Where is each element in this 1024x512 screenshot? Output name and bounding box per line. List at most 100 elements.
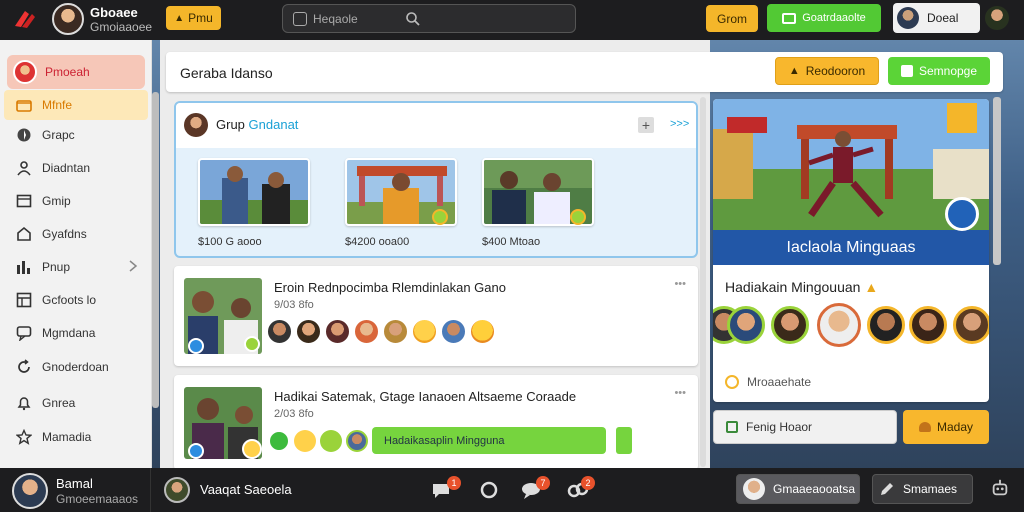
more-link[interactable]: >>> [670,118,689,130]
chat-title[interactable]: Vaaqat Saeoela [200,482,292,497]
bottom-bar: Bamal Gmoeemaaaos Vaaqat Saeoela 1 7 2 G… [0,468,1024,512]
chevron-right-icon[interactable] [128,260,138,272]
sidebar-item-label: Gmip [42,194,71,208]
member-avatar[interactable] [953,306,989,344]
reactor-avatar[interactable] [440,318,467,345]
member-label: Maday [936,420,974,434]
sidebar-item-label: Mfnfe [42,98,73,112]
info-badge [188,443,204,459]
sidebar-item-6[interactable]: Gcfoots lo [4,285,148,315]
secondary-avatar[interactable] [985,6,1009,30]
sidebar-avatar [13,60,37,84]
recommend-label: Reodooron [805,64,866,78]
sidebar-item-10[interactable]: Mamadia [4,422,148,452]
user-avatar[interactable] [52,3,84,35]
compose-button[interactable]: Smamaes [872,474,973,504]
share-button[interactable]: Semnopge [888,57,990,85]
like-emoji-icon[interactable] [320,429,342,452]
laugh-emoji-icon[interactable] [469,318,496,345]
compose-label: Smamaes [903,482,958,496]
add-icon[interactable]: + [638,117,654,133]
member-avatar-featured[interactable] [817,303,861,347]
robot-icon[interactable] [989,478,1011,498]
post-date: 9/03 8fo [274,299,314,311]
video-thumbnail[interactable] [198,158,310,226]
sidebar-scrollbar[interactable] [152,92,159,408]
featured-card: Iaclaola Minguaas Hadiakain Mingouuan ▲ … [713,99,989,402]
sidebar-item-5[interactable]: Pnup [4,252,148,282]
edit-icon [726,421,738,433]
main-scrollbar[interactable] [700,97,706,467]
sidebar-item-8[interactable]: Gnoderdoan [4,352,148,382]
bottom-user-avatar[interactable] [12,473,48,509]
sidebar-item-label: Gnrea [42,396,76,410]
right-scrollbar[interactable] [993,97,1001,265]
group-title-accent[interactable]: Gndanat [249,117,299,132]
menu-button-label: Pmu [188,11,213,25]
chat-icon [16,326,32,341]
sidebar-header[interactable]: Pmoeah [7,55,145,89]
person-icon: ▲ [788,65,800,77]
member-avatar[interactable] [727,306,765,344]
profile-button[interactable]: Doeal [893,3,980,33]
green-action-button[interactable]: Goatrdaaolte [767,4,881,32]
reactor-avatar[interactable] [266,318,293,345]
green-action-label: Goatrdaaolte [802,12,866,24]
reaction-row [266,318,496,345]
reactor-avatar[interactable] [382,318,409,345]
member-avatar[interactable] [771,306,809,344]
reactor-avatar[interactable] [346,429,368,452]
reactor-avatar[interactable] [295,318,322,345]
sidebar: Pmoeah Mfnfe Grapc Diadntan Gmip Gyafdns… [0,40,152,468]
recommend-button[interactable]: ▲ Reodooron [775,57,879,85]
sidebar-item-0[interactable]: Mfnfe [4,90,148,120]
smile-emoji-icon[interactable] [294,429,316,452]
grow-button[interactable]: Grom [706,5,758,32]
follow-button[interactable]: Fenig Hoaor [713,410,897,444]
circle-action-icon[interactable] [268,429,290,452]
smile-emoji-icon [242,439,262,459]
sidebar-item-7[interactable]: Mgmdana [4,318,148,348]
more-icon[interactable]: ••• [674,278,686,290]
follow-label: Fenig Hoaor [746,420,813,434]
reactor-avatar[interactable] [324,318,351,345]
sidebar-item-3[interactable]: Gmip [4,186,148,216]
chat-avatar[interactable] [164,477,190,503]
sidebar-item-label: Gcfoots lo [42,293,97,307]
search-icon[interactable] [405,11,421,27]
refresh-icon[interactable] [478,480,500,500]
sidebar-header-label: Pmoeah [45,65,90,79]
member-avatar[interactable] [867,306,905,344]
group-avatar[interactable] [184,113,208,137]
search-input[interactable] [313,9,393,29]
reactor-avatar[interactable] [353,318,380,345]
highlight-pill[interactable]: Hadaikasaplin Mingguna [372,427,606,454]
menu-button[interactable]: ▲ Pmu [166,6,221,30]
featured-title: Hadiakain Mingouuan ▲ [725,279,878,295]
sidebar-item-2[interactable]: Diadntan [4,153,148,183]
page-header: Geraba Idanso ▲ Reodooron Semnopge [166,52,1003,92]
member-avatar[interactable] [909,306,947,344]
sidebar-item-label: Gyafdns [42,227,87,241]
image-icon [293,12,307,26]
sidebar-item-4[interactable]: Gyafdns [4,219,148,249]
featured-footer[interactable]: Mroaaehate [725,375,811,389]
logo-icon[interactable] [12,8,36,30]
bottom-profile-button[interactable]: Gmaaeaooatsa [736,474,860,504]
home-icon [17,226,31,241]
user-name: Gboaee [90,5,138,20]
post-title[interactable]: Hadikai Satemak, Gtage Ianaoen Altsaeme … [274,389,576,404]
pill-handle[interactable] [616,427,632,454]
search-box[interactable] [282,4,576,33]
post-title[interactable]: Eroin Rednpocimba Rlemdinlakan Gano [274,280,506,295]
smile-emoji-icon[interactable] [411,318,438,345]
sidebar-item-9[interactable]: Gnrea [4,388,148,418]
more-icon[interactable]: ••• [674,387,686,399]
bird-icon[interactable] [945,197,979,231]
sidebar-item-1[interactable]: Grapc [4,120,148,150]
member-button[interactable]: Maday [903,410,989,444]
post-actions: Hadaikasaplin Mingguna [268,427,632,454]
profile-avatar [897,7,919,29]
post-card: Eroin Rednpocimba Rlemdinlakan Gano 9/03… [174,266,698,366]
chart-icon [17,261,30,274]
